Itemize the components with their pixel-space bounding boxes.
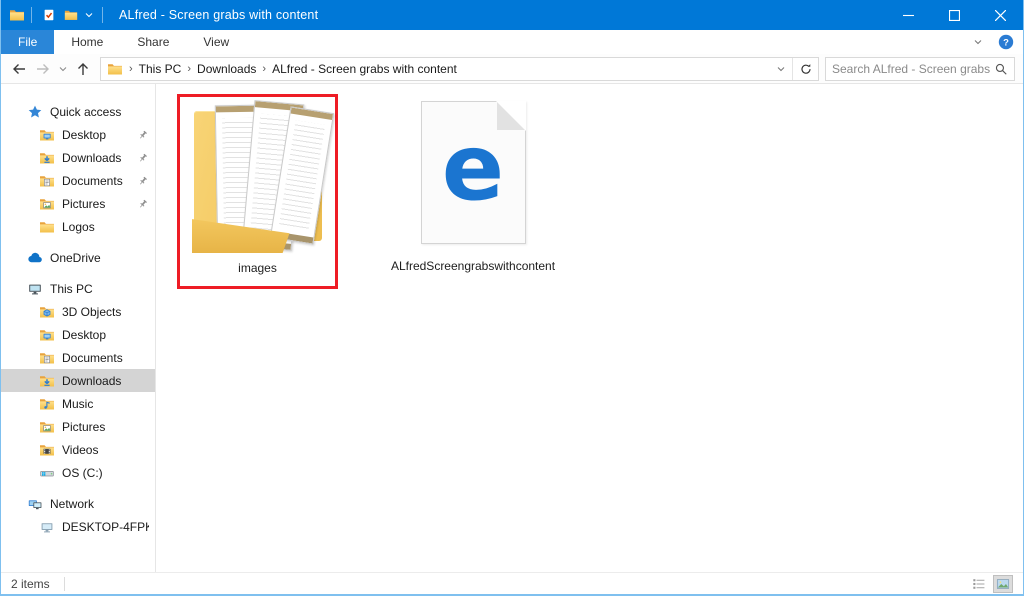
recent-locations-button[interactable] (56, 58, 70, 80)
help-button[interactable] (993, 30, 1019, 54)
sidebar-item-music[interactable]: Music (1, 392, 155, 415)
titlebar-separator (31, 7, 32, 23)
pin-icon (137, 198, 149, 210)
tab-view[interactable]: View (186, 30, 246, 54)
minimize-button[interactable] (885, 0, 931, 30)
back-button[interactable] (8, 58, 30, 80)
ribbon-tab-row: File Home Share View (1, 30, 1023, 54)
details-view-button[interactable] (969, 575, 989, 593)
folder-videos-icon (39, 442, 55, 458)
file-list-area: images e ALfredScreengrabswithcontent (156, 84, 1023, 572)
edge-html-file-icon: e (421, 101, 526, 244)
search-box (825, 57, 1015, 81)
folder-downloads-icon (39, 150, 55, 166)
folder-downloads-icon (39, 373, 55, 389)
address-dropdown-button[interactable] (770, 63, 792, 75)
sidebar-item-documents[interactable]: Documents (1, 169, 155, 192)
sidebar-item-3d-objects[interactable]: 3D Objects (1, 300, 155, 323)
onedrive-cloud-icon (27, 250, 43, 266)
window-title: ALfred - Screen grabs with content (119, 8, 318, 22)
breadcrumb-item-current-folder[interactable]: ALfred - Screen grabs with content (268, 62, 461, 76)
computer-icon (27, 281, 43, 297)
file-tile-alfredscreengrabs[interactable]: e ALfredScreengrabswithcontent (393, 94, 553, 275)
sidebar-item-logos[interactable]: Logos (1, 215, 155, 238)
folder-icon (107, 61, 123, 77)
sidebar-item-os-c[interactable]: OS (C:) (1, 461, 155, 484)
navigation-bar: › This PC › Downloads › ALfred - Screen … (1, 54, 1023, 84)
network-computer-icon (39, 519, 55, 535)
folder-music-icon (39, 396, 55, 412)
folder-3d-objects-icon (39, 304, 55, 320)
file-label: ALfredScreengrabswithcontent (391, 259, 555, 273)
title-bar: ALfred - Screen grabs with content (1, 0, 1023, 30)
qat-properties-button[interactable] (38, 4, 60, 26)
chevron-down-icon[interactable] (963, 30, 993, 54)
statusbar-divider (64, 577, 65, 591)
sidebar-item-network[interactable]: Network (1, 492, 155, 515)
os-drive-icon (39, 465, 55, 481)
pin-icon (137, 129, 149, 141)
items-count: 2 items (11, 577, 50, 591)
breadcrumb-item-downloads[interactable]: Downloads (193, 62, 260, 76)
folder-pictures-icon (39, 196, 55, 212)
tab-share[interactable]: Share (120, 30, 186, 54)
sidebar-item-desktop-4fpk5a9[interactable]: DESKTOP-4FPK5A9 (1, 515, 155, 538)
folder-documents-icon (39, 173, 55, 189)
sidebar-item-this-pc[interactable]: This PC (1, 277, 155, 300)
edge-logo-icon: e (442, 122, 504, 214)
status-bar: 2 items (1, 572, 1023, 594)
search-input[interactable] (832, 62, 994, 76)
search-icon[interactable] (994, 62, 1008, 76)
forward-button[interactable] (32, 58, 54, 80)
network-icon (27, 496, 43, 512)
folder-documents-icon (39, 350, 55, 366)
folder-desktop-icon (39, 327, 55, 343)
sidebar-item-onedrive[interactable]: OneDrive (1, 246, 155, 269)
titlebar-separator (102, 7, 103, 23)
sidebar-item-videos[interactable]: Videos (1, 438, 155, 461)
sidebar-item-desktop-pc[interactable]: Desktop (1, 323, 155, 346)
breadcrumb-separator: › (185, 63, 193, 75)
folder-icon (9, 7, 25, 23)
sidebar-item-downloads-pc[interactable]: Downloads (1, 369, 155, 392)
pin-icon (137, 175, 149, 187)
file-explorer-window: ALfred - Screen grabs with content File … (0, 0, 1024, 596)
navigation-pane: Quick access Desktop Downloads Documents… (1, 84, 156, 572)
sidebar-item-documents-pc[interactable]: Documents (1, 346, 155, 369)
close-button[interactable] (977, 0, 1023, 30)
sidebar-item-quick-access[interactable]: Quick access (1, 100, 155, 123)
breadcrumb-item-this-pc[interactable]: This PC (135, 62, 186, 76)
sidebar-item-desktop[interactable]: Desktop (1, 123, 155, 146)
tab-home[interactable]: Home (54, 30, 120, 54)
folder-desktop-icon (39, 127, 55, 143)
large-thumbnails-view-button[interactable] (993, 575, 1013, 593)
pin-icon (137, 152, 149, 164)
file-tile-images[interactable]: images (180, 97, 335, 286)
folder-icon (39, 219, 55, 235)
highlight-box: images (177, 94, 338, 289)
sidebar-item-downloads[interactable]: Downloads (1, 146, 155, 169)
refresh-button[interactable] (792, 58, 818, 80)
tab-file[interactable]: File (1, 30, 54, 54)
breadcrumb-separator: › (127, 63, 135, 75)
qat-new-folder-button[interactable] (60, 4, 82, 26)
qat-customize-button[interactable] (82, 4, 96, 26)
up-button[interactable] (72, 58, 94, 80)
sidebar-item-pictures-pc[interactable]: Pictures (1, 415, 155, 438)
folder-with-content-icon (188, 102, 328, 254)
quick-access-star-icon (27, 104, 43, 120)
address-bar[interactable]: › This PC › Downloads › ALfred - Screen … (100, 57, 819, 81)
sidebar-item-pictures[interactable]: Pictures (1, 192, 155, 215)
breadcrumb-separator: › (260, 63, 268, 75)
folder-pictures-icon (39, 419, 55, 435)
maximize-button[interactable] (931, 0, 977, 30)
file-label: images (238, 261, 277, 275)
